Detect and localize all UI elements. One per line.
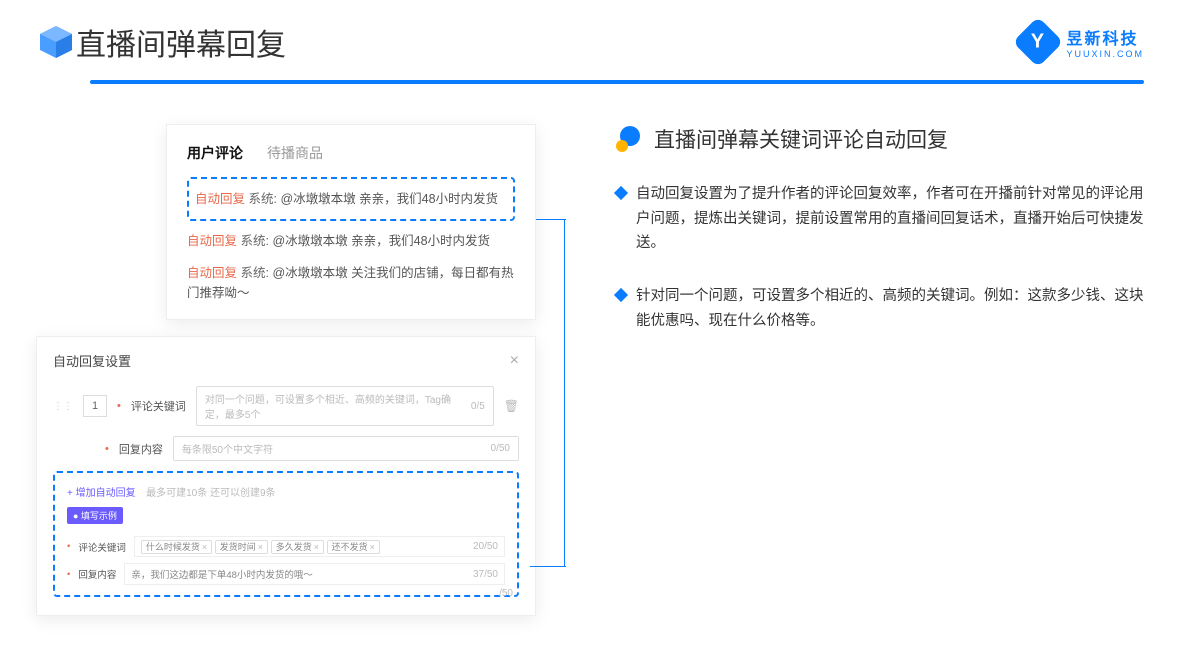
example-badge: ● 填写示例 [67,507,123,524]
section-icon [616,126,642,152]
example-keyword-input[interactable]: 什么时候发货× 发货时间× 多久发货× 还不发货× 20/50 [134,536,505,557]
content-label: 回复内容 [119,441,163,457]
required-icon: • [105,443,109,455]
auto-reply-tag: 自动回复 [187,266,237,280]
auto-reply-settings-card: 自动回复设置 × ⋮⋮ 1 • 评论关键词 对同一个问题，可设置多个相近、高频的… [36,336,536,616]
connector-line [530,566,566,567]
delete-icon[interactable]: 🗑 [504,399,519,413]
bullet-text: 针对同一个问题，可设置多个相近的、高频的关键词。例如：这款多少钱、这块能优惠吗、… [636,284,1144,333]
outside-counter: /50 [499,588,513,599]
highlighted-comment: 自动回复 系统: @冰墩墩本墩 亲亲，我们48小时内发货 [187,177,515,221]
content-counter: 0/50 [491,443,510,454]
keyword-chip[interactable]: 多久发货× [271,540,324,554]
page-title: 直播间弹幕回复 [76,20,286,64]
comment-row: 自动回复 系统: @冰墩墩本墩 亲亲，我们48小时内发货 [187,225,515,257]
comment-row: 自动回复 系统: @冰墩墩本墩 关注我们的店铺，每日都有热门推荐呦～ [187,257,515,309]
example-content-label: 回复内容 [78,567,116,581]
keyword-chip[interactable]: 什么时候发货× [141,540,212,554]
diamond-bullet-icon [614,288,628,302]
example-section: + 增加自动回复 最多可建10条 还可以创建9条 ● 填写示例 • 评论关键词 … [53,471,519,597]
keyword-counter: 0/5 [471,401,485,412]
tab-pending-goods[interactable]: 待播商品 [267,143,323,163]
brand-icon: Y [1013,17,1064,68]
close-icon[interactable]: × [510,352,519,370]
example-chip-counter: 20/50 [473,541,498,552]
brand-sub: YUUXIN.COM [1066,49,1144,59]
example-content-input[interactable]: 亲，我们这边都是下单48小时内发货的哦～ 37/50 [124,563,505,585]
example-content-counter: 37/50 [473,569,498,580]
keyword-input[interactable]: 对同一个问题，可设置多个相近、高频的关键词，Tag确定，最多5个 0/5 [196,386,494,426]
connector-line [536,219,566,220]
connector-line [564,219,565,567]
cube-icon [36,22,76,62]
system-label: 系统: [241,266,269,280]
example-keyword-label: 评论关键词 [78,540,126,554]
required-icon: • [67,569,70,580]
drag-handle-icon[interactable]: ⋮⋮ [53,401,73,412]
keyword-chip[interactable]: 发货时间× [215,540,268,554]
diamond-bullet-icon [614,186,628,200]
required-icon: • [117,400,121,412]
comment-text: @冰墩墩本墩 亲亲，我们48小时内发货 [280,192,498,206]
system-label: 系统: [249,192,277,206]
add-auto-reply-link[interactable]: + 增加自动回复 [67,488,136,499]
content-input[interactable]: 每条限50个中文字符 0/50 [173,436,519,461]
auto-reply-tag: 自动回复 [195,192,245,206]
tab-user-comments[interactable]: 用户评论 [187,143,243,163]
required-icon: • [67,541,70,552]
settings-title: 自动回复设置 [53,351,131,370]
system-label: 系统: [241,234,269,248]
brand-name: 昱新科技 [1066,25,1144,49]
comment-text: @冰墩墩本墩 亲亲，我们48小时内发货 [272,234,490,248]
comments-card: 用户评论 待播商品 自动回复 系统: @冰墩墩本墩 亲亲，我们48小时内发货 自… [166,124,536,320]
bullet-text: 自动回复设置为了提升作者的评论回复效率，作者可在开播前针对常见的评论用户问题，提… [636,182,1144,256]
section-title: 直播间弹幕关键词评论自动回复 [654,124,948,154]
auto-reply-tag: 自动回复 [187,234,237,248]
keyword-label: 评论关键词 [131,398,186,414]
keyword-chip[interactable]: 还不发货× [327,540,380,554]
brand-logo: Y 昱新科技 YUUXIN.COM [1020,24,1144,60]
add-hint: 最多可建10条 还可以创建9条 [146,488,275,499]
row-number: 1 [83,395,107,417]
